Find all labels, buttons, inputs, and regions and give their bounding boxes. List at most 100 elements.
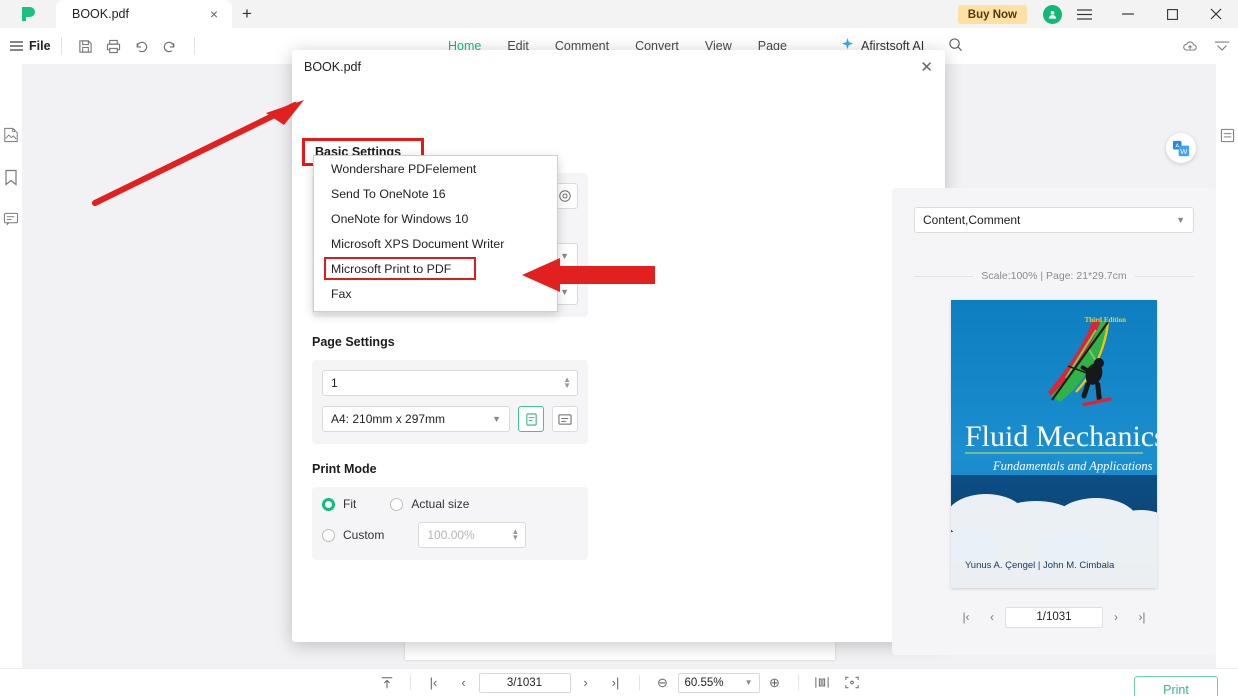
left-sidebar: [0, 64, 22, 668]
two-page-view-icon[interactable]: [807, 672, 837, 694]
page-number-input[interactable]: 3/1031: [478, 672, 571, 693]
comment-panel-icon[interactable]: [2, 210, 20, 228]
preview-first-page-button[interactable]: |‹: [953, 606, 979, 628]
dropdown-option-2[interactable]: OneNote for Windows 10: [314, 206, 557, 231]
orientation-portrait-icon[interactable]: [518, 406, 544, 432]
divider: [797, 675, 799, 690]
app-logo-icon: [0, 0, 56, 28]
print-icon[interactable]: [100, 33, 128, 59]
dialog-close-icon[interactable]: ✕: [920, 60, 933, 75]
zoom-in-button[interactable]: ⊕: [760, 672, 790, 694]
dialog-title: BOOK.pdf: [304, 60, 361, 74]
paper-size-value: A4: 210mm x 297mm: [331, 412, 446, 426]
buy-now-button[interactable]: Buy Now: [957, 5, 1027, 24]
dropdown-option-5[interactable]: Fax: [314, 281, 557, 306]
scale-info-text: Scale:100% | Page: 21*29.7cm: [981, 270, 1127, 282]
properties-panel-icon[interactable]: [1218, 126, 1236, 144]
fullscreen-icon[interactable]: [837, 672, 867, 694]
cloud-upload-icon[interactable]: [1176, 33, 1204, 59]
preview-next-page-button[interactable]: ›: [1103, 606, 1129, 628]
print-mode-row-1: Fit Actual size: [322, 497, 578, 511]
scale-info-line: Scale:100% | Page: 21*29.7cm: [914, 270, 1194, 282]
maximize-button[interactable]: [1150, 0, 1194, 28]
tab-title: BOOK.pdf: [72, 7, 129, 21]
radio-fit-label: Fit: [343, 497, 357, 511]
chevron-down-icon: ▼: [492, 414, 501, 424]
fit-page-icon[interactable]: [372, 672, 402, 694]
document-tab[interactable]: BOOK.pdf ×: [56, 0, 232, 28]
divider: [193, 37, 195, 55]
prev-page-button[interactable]: ‹: [449, 672, 479, 694]
chevron-down-icon: ▼: [744, 678, 753, 687]
preview-content-select[interactable]: Content,Comment ▼: [914, 207, 1194, 233]
radio-fit[interactable]: [322, 497, 335, 511]
next-page-button[interactable]: ›: [571, 672, 601, 694]
file-menu-button[interactable]: File: [10, 39, 51, 53]
chevron-down-icon: ▼: [1176, 215, 1185, 225]
preview-page-input[interactable]: 1/1031: [1005, 606, 1103, 628]
dropdown-option-1[interactable]: Send To OneNote 16: [314, 181, 557, 206]
zoom-out-button[interactable]: ⊖: [648, 672, 678, 694]
dropdown-option-4[interactable]: Microsoft Print to PDF: [314, 256, 557, 281]
status-bar: |‹ ‹ 3/1031 › ›| ⊖ 60.55% ▼ ⊕: [0, 668, 1238, 696]
zoom-level-select[interactable]: 60.55% ▼: [677, 672, 760, 693]
chevron-down-icon: ▼: [560, 287, 569, 297]
undo-icon[interactable]: [128, 33, 156, 59]
dropdown-option-3[interactable]: Microsoft XPS Document Writer: [314, 231, 557, 256]
app-window: BOOK.pdf × + Buy Now File Home Edit Comm…: [0, 0, 1238, 696]
svg-text:W: W: [1180, 147, 1188, 156]
file-menu-label: File: [29, 39, 51, 53]
last-page-button[interactable]: ›|: [601, 672, 631, 694]
copies-value: 1: [331, 376, 338, 390]
preview-last-page-button[interactable]: ›|: [1129, 606, 1155, 628]
print-mode-card: Fit Actual size Custom 100.00% ▲ ▼: [312, 487, 588, 560]
first-page-button[interactable]: |‹: [419, 672, 449, 694]
print-dialog: BOOK.pdf ✕ Basic Settings Fax ▼: [292, 50, 1218, 696]
preview-prev-page-button[interactable]: ‹: [979, 606, 1005, 628]
highlight-box: [324, 257, 476, 280]
custom-scale-stepper[interactable]: 100.00% ▲ ▼: [418, 522, 527, 548]
copies-stepper[interactable]: 1 ▲ ▼: [322, 370, 578, 396]
collapse-ribbon-icon[interactable]: [1208, 33, 1236, 59]
divider: [914, 275, 974, 277]
window-close-button[interactable]: [1194, 0, 1238, 28]
radio-actual-size-label: Actual size: [411, 497, 470, 511]
print-button[interactable]: Print: [1134, 676, 1218, 696]
chevron-down-icon: ▼: [560, 251, 569, 261]
main-menu-button[interactable]: [1062, 0, 1106, 28]
search-icon[interactable]: [948, 37, 963, 57]
preview-content-value: Content,Comment: [923, 213, 1021, 227]
book-subtitle: Fundamentals and Applications: [992, 459, 1153, 473]
divider: [60, 37, 62, 55]
save-icon[interactable]: [72, 33, 100, 59]
book-authors: Yunus A. Çengel | John M. Cimbala: [965, 560, 1115, 571]
orientation-landscape-icon[interactable]: [552, 406, 578, 432]
thumbnail-panel-icon[interactable]: [2, 126, 20, 144]
divider: [1134, 275, 1194, 277]
close-icon[interactable]: ×: [206, 7, 222, 21]
custom-scale-value: 100.00%: [427, 528, 475, 542]
stepper-arrows-icon[interactable]: ▲ ▼: [563, 376, 571, 390]
preview-panel: Content,Comment ▼ Scale:100% | Page: 21*…: [892, 188, 1216, 655]
stepper-arrows-icon[interactable]: ▲ ▼: [511, 528, 519, 542]
divider: [409, 675, 411, 690]
page-settings-title: Page Settings: [312, 335, 395, 349]
redo-icon[interactable]: [156, 33, 184, 59]
radio-custom[interactable]: [322, 528, 335, 542]
dialog-header: BOOK.pdf ✕: [292, 50, 945, 84]
bookmark-panel-icon[interactable]: [2, 168, 20, 186]
new-tab-button[interactable]: +: [232, 0, 262, 28]
print-mode-title: Print Mode: [312, 462, 377, 476]
zoom-level-value: 60.55%: [684, 676, 724, 689]
dropdown-option-0[interactable]: Wondershare PDFelement: [314, 156, 557, 181]
page-settings-card: 1 ▲ ▼ A4: 210mm x 297mm ▼: [312, 360, 588, 444]
avatar[interactable]: [1043, 5, 1062, 24]
minimize-button[interactable]: [1106, 0, 1150, 28]
convert-to-word-icon[interactable]: A W: [1166, 133, 1196, 163]
radio-actual-size[interactable]: [390, 497, 404, 511]
paper-size-select[interactable]: A4: 210mm x 297mm ▼: [322, 406, 510, 432]
hamburger-icon: [10, 41, 23, 51]
preview-book-cover: Third Edition Fluid Mechanics Fundamenta…: [951, 300, 1157, 588]
divider: [638, 675, 640, 690]
printer-dropdown-list[interactable]: Wondershare PDFelement Send To OneNote 1…: [313, 155, 558, 312]
